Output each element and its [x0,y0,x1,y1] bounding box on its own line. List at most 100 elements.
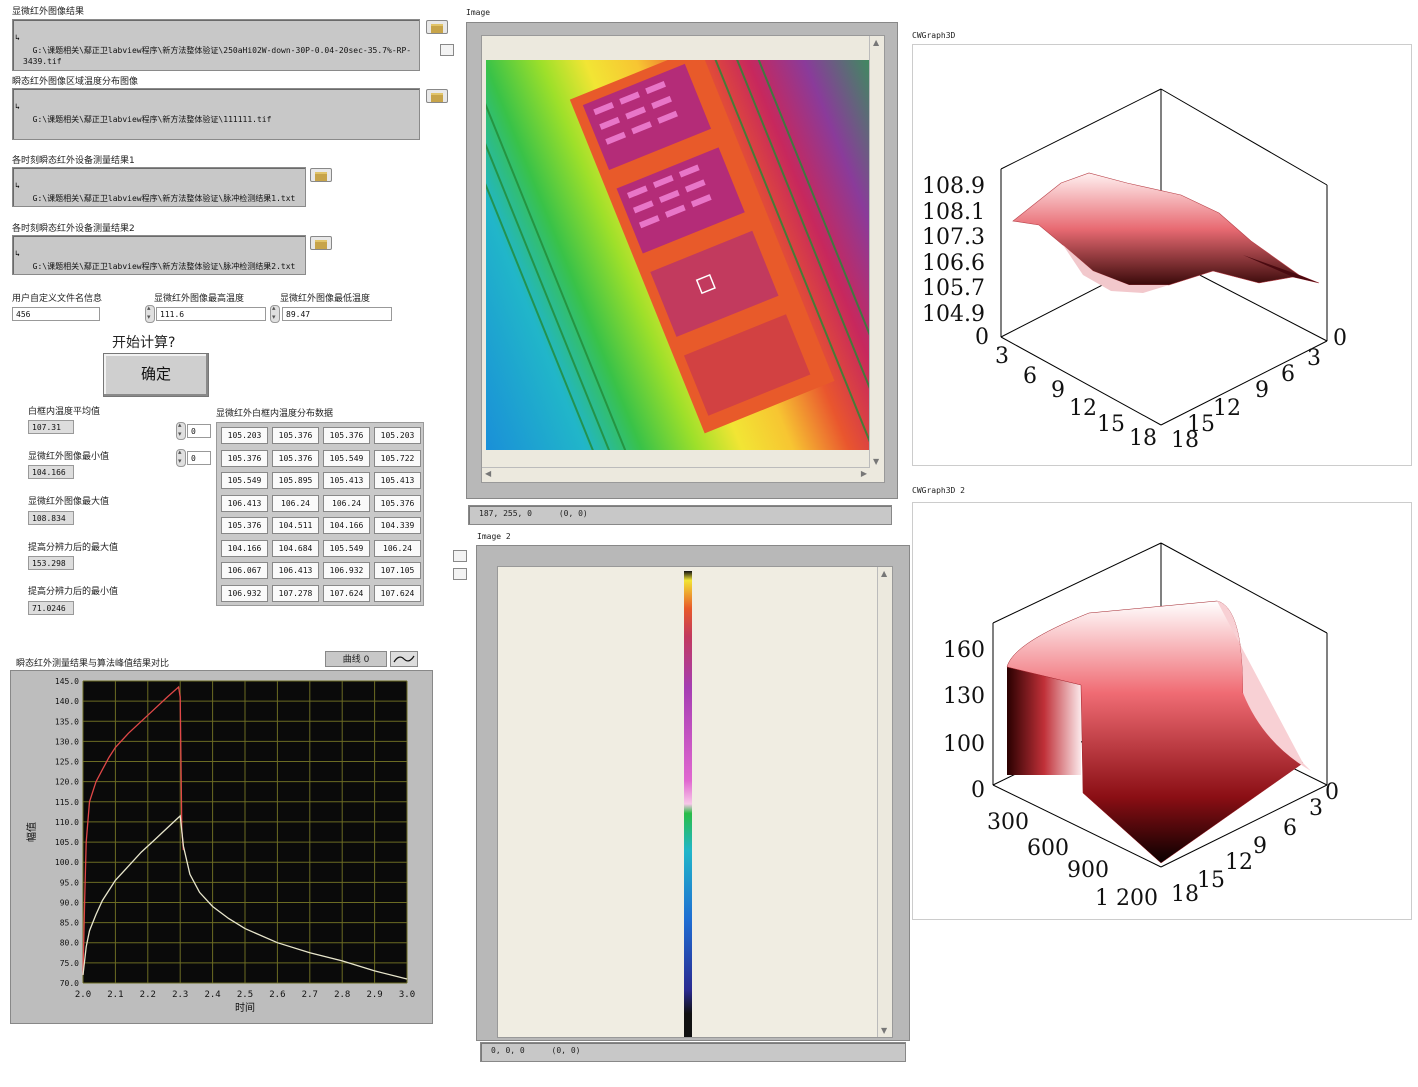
row-index-spinner[interactable] [176,421,186,440]
min-temp-input[interactable]: 89.47 [282,307,392,321]
x-tick-label: 2.4 [204,990,220,1000]
col-index-spinner[interactable] [176,448,186,467]
y-tick-label: 90.0 [60,898,79,907]
min-label: 显微红外图像最小值 [28,452,110,462]
table-cell: 106.24 [272,494,319,512]
x-tick: 900 [1067,858,1109,883]
legend-label[interactable]: 曲线 0 [325,651,387,667]
x-tick-label: 3.0 [399,990,415,1000]
graph3d1-plot: 108.9 108.1 107.3 106.6 105.7 104.9 0 3 … [922,88,1347,453]
xy-graph-panel: 2.0 2.1 2.2 2.3 2.4 2.5 2.6 2.7 2.8 2.9 3.0 145.0 14… [10,670,433,1024]
table-cell: 105.549 [323,449,370,467]
x-tick-label: 2.2 [140,990,156,1000]
table-cell: 105.376 [221,449,268,467]
res-max-label: 提高分辨力后的最大值 [28,543,119,553]
max-temp-spinner[interactable] [145,304,155,323]
z-tick: 104.9 [922,302,985,327]
z-tick: 108.9 [922,174,985,199]
row-index-input[interactable]: 0 [187,424,211,438]
legend-plot-icon[interactable] [390,651,418,667]
graph3d2[interactable]: 160 130 100 0 300 600 900 1 200 0 3 6 9 … [912,502,1412,920]
z-tick: 100 [943,732,985,757]
y-tick: 9 [1253,834,1267,859]
image2-viewport: ▲ ▼ [497,566,893,1038]
y-tick-label: 140.0 [55,697,79,706]
x-tick: 6 [1023,364,1037,389]
path-caret-icon: ↳ [15,102,20,111]
table-cell: 105.376 [374,494,421,512]
col-index-input[interactable]: 0 [187,451,211,465]
y-tick-label: 115.0 [55,798,79,807]
table-cell: 106.24 [374,539,421,557]
x-tick: 300 [987,810,1029,835]
image2-position: (0, 0) [551,1046,581,1055]
y-tick-label: 125.0 [55,758,79,767]
max-temp-input[interactable]: 111.6 [156,307,266,321]
browse-folder-icon[interactable] [426,89,448,103]
start-prompt: 开始计算? [112,335,176,351]
line-profile-image [684,571,692,1037]
table-cell: 105.413 [323,472,370,489]
table-cell: 106.24 [323,494,370,512]
y-tick: 0 [1333,326,1347,351]
file2-path-text: G:\课题相关\鄢正卫labview程序\新方法整体验证\111111.tif [32,115,272,124]
image2-vscroll[interactable]: ▲ ▼ [877,567,892,1037]
table-cell: 105.376 [272,449,319,467]
image2-rect-icon[interactable] [453,568,467,580]
x-tick: 15 [1097,412,1125,437]
table-cell: 105.203 [221,427,268,444]
image1-position: (0, 0) [558,509,588,518]
table-cell: 105.376 [323,427,370,444]
table-cell: 104.339 [374,517,421,534]
image1-hscroll[interactable]: ◀ ▶ [482,467,870,482]
y-tick-label: 95.0 [60,878,79,887]
avg-label: 白框内温度平均值 [28,407,101,417]
table-cell: 104.684 [272,539,319,557]
user-filename-input[interactable]: 456 [12,307,100,321]
y-tick-label: 70.0 [60,979,79,988]
confirm-button[interactable]: 确定 [103,353,209,397]
thermal-image [486,60,872,450]
file2-path-field[interactable]: ↳ G:\课题相关\鄢正卫labview程序\新方法整体验证\111111.ti… [12,88,420,140]
table-cell: 104.511 [272,517,319,534]
file3-path-text: G:\课题相关\鄢正卫labview程序\新方法整体验证\脉冲检测结果1.txt [32,194,296,203]
y-tick-label: 75.0 [60,959,79,968]
y-tick: 12 [1213,396,1241,421]
z-tick: 107.3 [922,225,985,250]
image-tool-icon[interactable] [440,44,454,56]
table-cell: 106.932 [323,562,370,579]
y-tick-label: 105.0 [55,838,79,847]
file1-path-field[interactable]: ↳ G:\课题相关\鄢正卫labview程序\新方法整体验证\250aHi02W… [12,19,420,71]
max-temp-label: 显微红外图像最高温度 [154,294,245,304]
image2-tool-icon[interactable] [453,550,467,562]
y-tick: 6 [1281,362,1295,387]
graph3d1-title: CWGraph3D [912,31,956,40]
browse-folder-icon[interactable] [310,168,332,182]
table-cell: 107.278 [272,584,319,602]
browse-folder-icon[interactable] [310,236,332,250]
y-tick-label: 100.0 [55,858,79,867]
file3-path-field[interactable]: ↳ G:\课题相关\鄢正卫labview程序\新方法整体验证\脉冲检测结果1.t… [12,167,306,207]
xy-graph-title: 瞬态红外测量结果与算法峰值结果对比 [16,659,170,669]
min-temp-spinner[interactable] [270,304,280,323]
table-cell: 105.203 [374,427,421,444]
table-cell: 106.413 [272,562,319,579]
table-label: 显微红外白框内温度分布数据 [216,409,334,419]
file1-label: 显微红外图像结果 [12,7,85,17]
browse-folder-icon[interactable] [426,20,448,34]
y-tick-label: 130.0 [55,737,79,746]
table-cell: 104.166 [323,517,370,534]
res-min-label: 提高分辨力后的最小值 [28,587,119,597]
res-min-value: 71.0246 [28,601,74,615]
image1-vscroll[interactable]: ▲ ▼ [869,36,884,468]
image1-frame: ▲ ▼ ◀ ▶ [466,22,898,499]
table-cell: 104.166 [221,539,268,557]
file4-path-field[interactable]: ↳ G:\课题相关\鄢正卫labview程序\新方法整体验证\脉冲检测结果2.t… [12,235,306,275]
path-caret-icon: ↳ [15,181,20,190]
y-tick: 18 [1171,428,1199,453]
y-tick-label: 85.0 [60,919,79,928]
y-tick: 9 [1255,378,1269,403]
y-tick-label: 145.0 [55,677,79,686]
y-tick: 0 [1325,780,1339,805]
graph3d1[interactable]: 108.9 108.1 107.3 106.6 105.7 104.9 0 3 … [912,44,1412,466]
